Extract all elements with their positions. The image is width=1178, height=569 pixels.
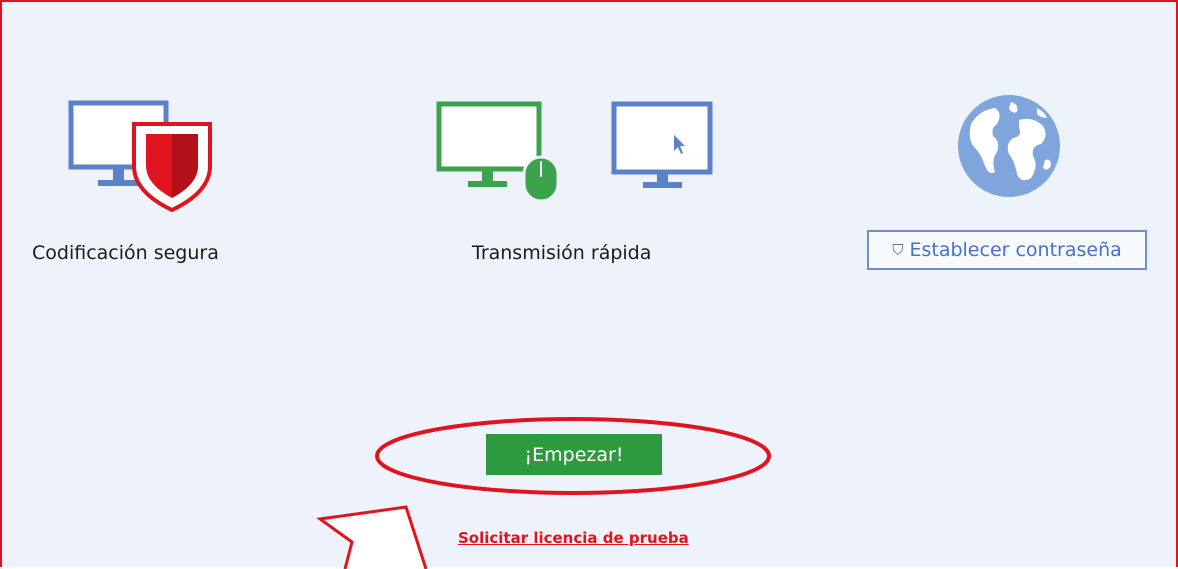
shield-icon: ⛉ <box>892 241 904 259</box>
globe-icon <box>958 95 1060 197</box>
set-password-button[interactable]: ⛉ Establecer contraseña <box>867 230 1147 270</box>
feature-label-fast-transmission: Transmisión rápida <box>472 242 652 264</box>
monitor-shield-icon <box>68 100 212 212</box>
start-button-label: ¡Empezar! <box>524 443 624 466</box>
monitor-cursor-icon <box>611 101 713 188</box>
start-button[interactable]: ¡Empezar! <box>486 434 662 475</box>
feature-label-secure-encoding: Codificación segura <box>32 242 219 264</box>
trial-license-link[interactable]: Solicitar licencia de prueba <box>458 529 689 547</box>
set-password-label: Establecer contraseña <box>909 239 1122 261</box>
pointer-arrow-icon <box>316 505 428 569</box>
app-panel: Codificación segura Transmisión rápida ⛉… <box>0 0 1178 569</box>
annotation-overlay <box>316 417 771 569</box>
monitor-mouse-icon <box>436 101 560 203</box>
